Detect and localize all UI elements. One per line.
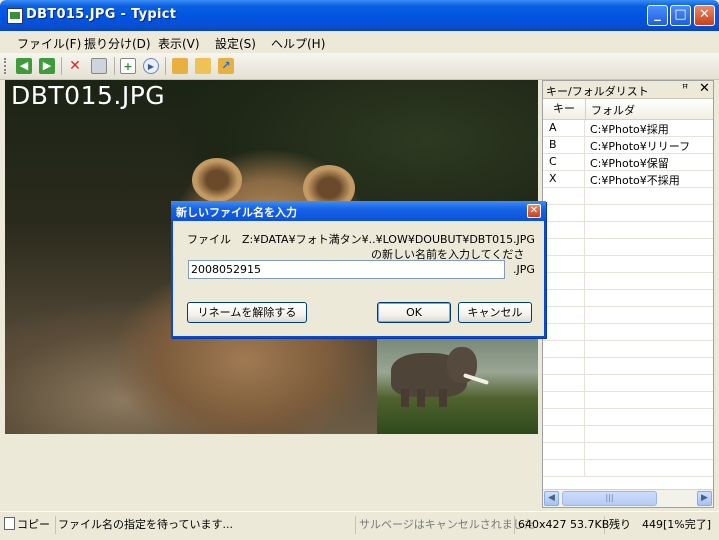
photo-detail	[401, 389, 409, 407]
new-file-icon[interactable]: +	[120, 58, 136, 74]
list-item-empty	[543, 222, 713, 239]
status-mode-label: コピー	[17, 518, 50, 531]
dialog-close-icon[interactable]: ✕	[527, 204, 541, 218]
row-key: X	[543, 171, 585, 187]
panel-title: キー/フォルダリスト	[546, 85, 649, 98]
dialog-title-bar: 新しいファイル名を入力	[171, 201, 546, 221]
row-folder: C:¥Photo¥採用	[590, 123, 669, 136]
image-filename-label: DBT015.JPG	[11, 81, 166, 110]
list-item[interactable]: C C:¥Photo¥保留	[543, 154, 713, 171]
maximize-button[interactable]: □	[670, 5, 691, 26]
copy-icon	[4, 517, 15, 530]
list-item-empty	[543, 341, 713, 358]
back-arrow-icon[interactable]: ◀	[16, 58, 32, 74]
status-remaining: 残り 449[1%完了]	[609, 518, 712, 531]
row-folder: C:¥Photo¥不採用	[590, 174, 680, 187]
list-item-empty	[543, 290, 713, 307]
row-folder: C:¥Photo¥リリーフ	[590, 140, 691, 153]
scroll-left-icon[interactable]: ◀	[544, 491, 559, 506]
list-header: キー フォルダ	[543, 99, 713, 120]
list-item-empty	[543, 426, 713, 443]
minimize-button[interactable]: _	[647, 5, 668, 26]
key-folder-panel: キー/フォルダリスト ꟸ ✕ キー フォルダ A C:¥Photo¥採用 B C:¥…	[542, 80, 714, 508]
list-item-empty	[543, 392, 713, 409]
list-item-empty	[543, 324, 713, 341]
list-item[interactable]: X C:¥Photo¥不採用	[543, 171, 713, 188]
toolbar-separator	[165, 57, 166, 75]
play-icon[interactable]: ▶	[143, 58, 159, 74]
list-item-empty	[543, 188, 713, 205]
list-item[interactable]: A C:¥Photo¥採用	[543, 120, 713, 137]
toolbar-grip[interactable]	[4, 58, 9, 74]
close-button[interactable]: ✕	[694, 5, 715, 26]
toolbar-separator	[114, 57, 115, 75]
open-folder-icon[interactable]	[195, 58, 211, 74]
forward-arrow-icon[interactable]: ▶	[39, 58, 55, 74]
row-key: A	[543, 120, 585, 136]
extension-label: .JPG	[513, 263, 535, 276]
column-key[interactable]: キー	[543, 99, 586, 119]
row-key: C	[543, 154, 585, 170]
scroll-right-icon[interactable]: ▶	[697, 491, 712, 506]
panel-header: キー/フォルダリスト ꟸ ✕	[543, 81, 713, 99]
ok-button[interactable]: OK	[377, 302, 451, 323]
rename-icon[interactable]	[91, 58, 107, 74]
list-item-empty	[543, 256, 713, 273]
dialog-message: ファイル Z:¥DATA¥フォト満タン¥..¥LOW¥DOUBUT¥DBT015…	[187, 233, 535, 246]
photo-detail	[417, 389, 425, 407]
undo-rename-button[interactable]: リネームを解除する	[187, 302, 307, 323]
panel-close-icon[interactable]: ✕	[699, 81, 710, 96]
row-folder: C:¥Photo¥保留	[590, 157, 669, 170]
pin-icon[interactable]: ꟸ	[682, 82, 688, 95]
horizontal-scrollbar[interactable]: ◀ ||| ▶	[543, 489, 713, 507]
app-icon	[7, 8, 23, 24]
status-info: サルベージはキャンセルされました	[359, 516, 535, 534]
list-item-empty	[543, 375, 713, 392]
status-mode: コピー	[4, 516, 56, 534]
folder-icon[interactable]	[172, 58, 188, 74]
menu-settings[interactable]: 設定(S)	[215, 35, 256, 52]
cancel-button[interactable]: キャンセル	[458, 302, 532, 323]
menu-sort[interactable]: 振り分け(D)	[84, 35, 151, 52]
list-item[interactable]: B C:¥Photo¥リリーフ	[543, 137, 713, 154]
menu-file[interactable]: ファイル(F)	[17, 35, 81, 52]
list-item-empty	[543, 443, 713, 460]
menu-bar: ファイル(F) 振り分け(D) 表示(V) 設定(S) ヘルプ(H)	[0, 31, 719, 53]
delete-icon[interactable]: ✕	[67, 58, 83, 74]
list-item-empty	[543, 409, 713, 426]
photo-detail	[192, 158, 242, 202]
toolbar-separator	[61, 57, 62, 75]
window-title: DBT015.JPG - Typict	[26, 7, 177, 22]
status-bar: コピー ファイル名の指定を待っています... サルベージはキャンセルされました …	[0, 511, 719, 540]
scroll-thumb[interactable]: |||	[562, 491, 657, 506]
status-message: ファイル名の指定を待っています...	[58, 516, 356, 534]
rename-dialog: 新しいファイル名を入力 ✕ ファイル Z:¥DATA¥フォト満タン¥..¥LOW…	[171, 201, 546, 338]
row-key: B	[543, 137, 585, 153]
menu-help[interactable]: ヘルプ(H)	[271, 35, 325, 52]
list-item-empty	[543, 273, 713, 290]
list-item-empty	[543, 460, 713, 477]
folder-up-icon[interactable]: ↗	[218, 58, 234, 74]
thumbnail-elephant	[377, 339, 538, 434]
list-item-empty	[543, 358, 713, 375]
list-item-empty	[543, 205, 713, 222]
column-folder[interactable]: フォルダ	[591, 102, 635, 118]
toolbar: ◀ ▶ ✕ + ▶ ↗	[0, 53, 719, 80]
title-bar: DBT015.JPG - Typict _ □ ✕	[0, 0, 719, 31]
photo-detail	[439, 389, 447, 407]
status-image-info: 640x427 53.7KB	[518, 516, 609, 534]
list-item-empty	[543, 239, 713, 256]
dialog-title: 新しいファイル名を入力	[176, 206, 297, 219]
list-item-empty	[543, 307, 713, 324]
filename-input[interactable]: 2008052915	[188, 260, 505, 279]
menu-view[interactable]: 表示(V)	[158, 35, 200, 52]
